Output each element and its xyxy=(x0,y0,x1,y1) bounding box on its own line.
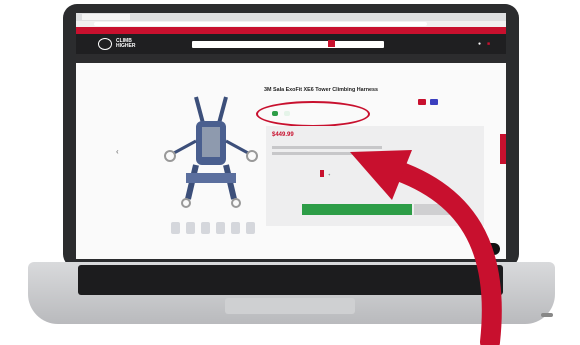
callout-arrow xyxy=(350,150,502,345)
